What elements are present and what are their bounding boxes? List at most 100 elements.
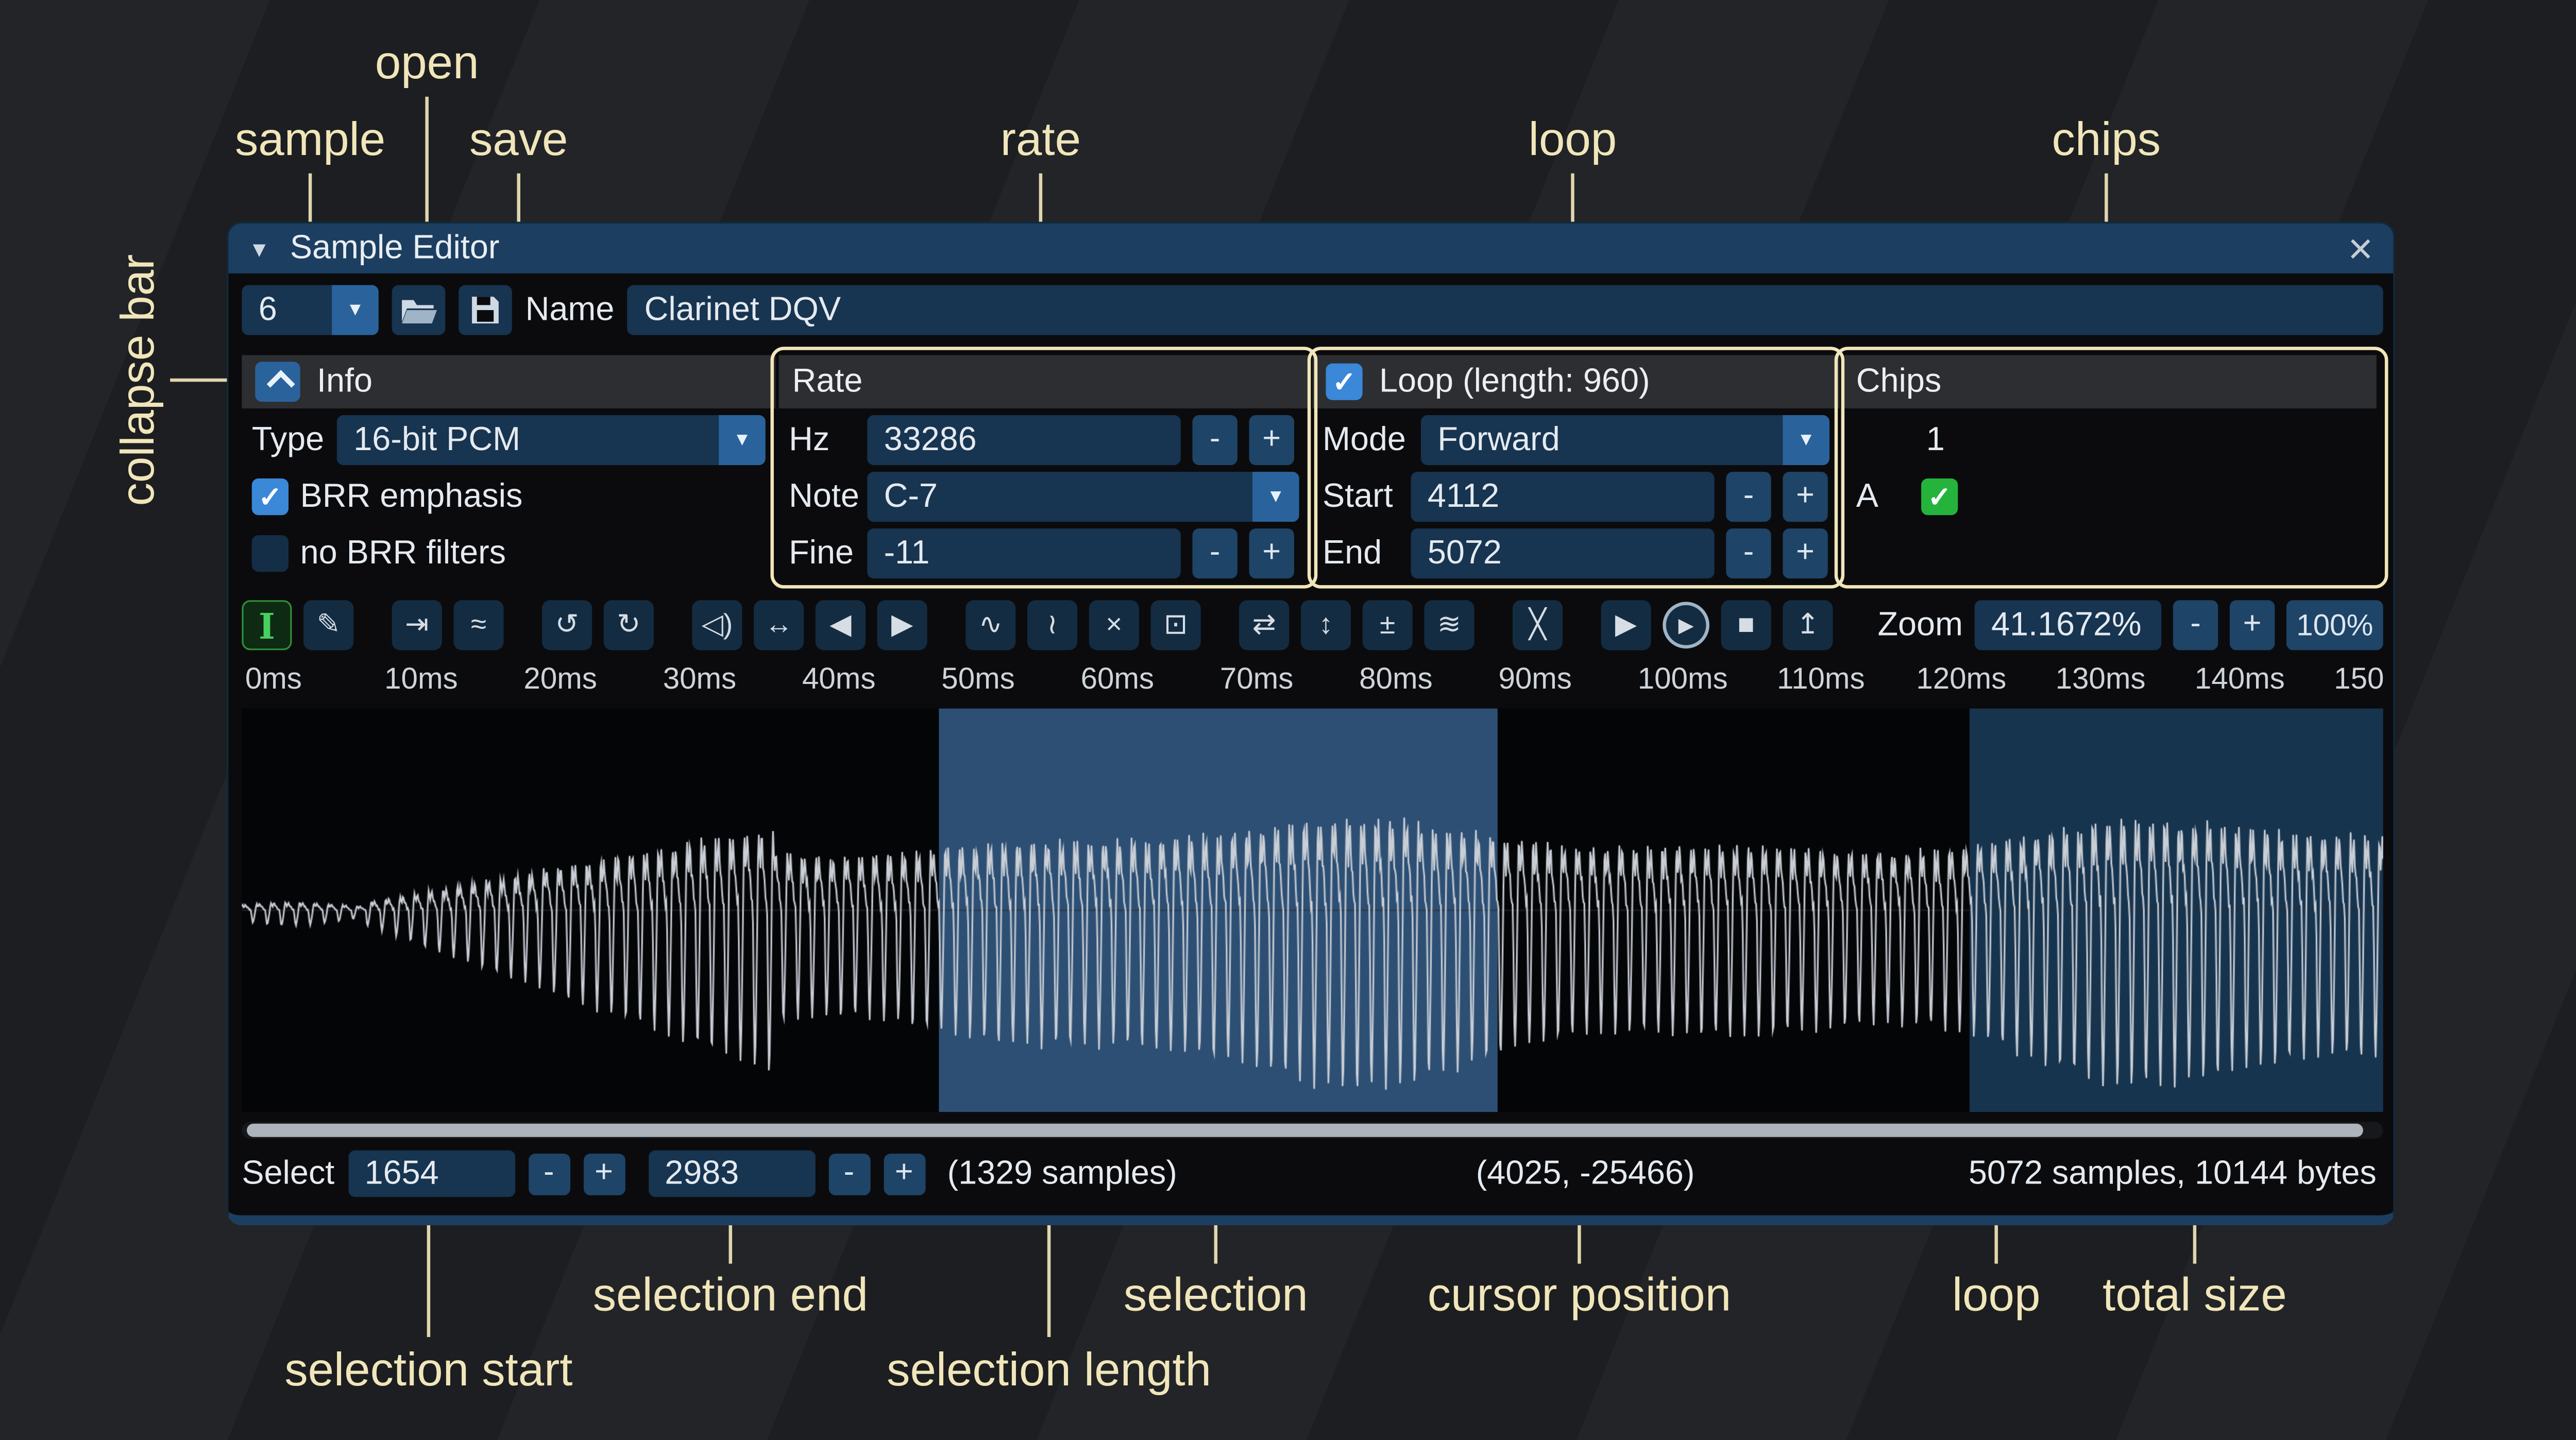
redo-icon[interactable]: ↻: [604, 600, 654, 650]
stop-preview-icon[interactable]: ■: [1721, 600, 1771, 650]
sign-icon[interactable]: ±: [1363, 600, 1413, 650]
timeline-tick: 50ms: [941, 662, 1014, 697]
scrollbar-thumb[interactable]: [247, 1124, 2363, 1137]
delete-icon[interactable]: ×: [1089, 600, 1139, 650]
loop-panel: ✓ Loop (length: 960) Mode Forward ▼ Star…: [1313, 355, 1840, 578]
crossfade-loop-icon[interactable]: ╳: [1513, 600, 1563, 650]
collapse-bar-button[interactable]: [255, 362, 300, 402]
close-icon[interactable]: ×: [2348, 227, 2373, 270]
fine-minus-button[interactable]: -: [1192, 528, 1237, 578]
draw-icon[interactable]: ✎: [303, 600, 353, 650]
chevron-down-icon[interactable]: ▼: [1783, 415, 1829, 465]
timeline-tick: 70ms: [1220, 662, 1293, 697]
hz-plus-button[interactable]: +: [1249, 415, 1294, 465]
apply-silence-icon[interactable]: ≀: [1027, 600, 1077, 650]
open-sample-button[interactable]: [392, 285, 446, 335]
no-brr-filters-label: no BRR filters: [300, 534, 506, 572]
sample-selector[interactable]: 6 ▼: [242, 285, 378, 335]
timeline-tick: 60ms: [1081, 662, 1154, 697]
chevron-down-icon[interactable]: ▼: [1252, 472, 1299, 522]
selection-start-value: 1654: [365, 1155, 439, 1192]
rate-panel: Rate Hz 33286 - + Note C-7 ▼ Fine -11 - …: [779, 355, 1309, 578]
loop-end-minus-button[interactable]: -: [1726, 528, 1771, 578]
timeline-tick: 80ms: [1359, 662, 1432, 697]
window-title: Sample Editor: [290, 229, 500, 267]
preview-icon[interactable]: ▶: [1601, 600, 1651, 650]
fine-label: Fine: [789, 534, 855, 572]
total-size-text: 5072 samples, 10144 bytes: [1969, 1148, 2377, 1198]
timeline-tick: 150: [2334, 662, 2383, 697]
zoom-out-button[interactable]: -: [2173, 600, 2218, 650]
zoom-input[interactable]: 41.1672%: [1975, 600, 2162, 650]
insert-silence-icon[interactable]: ∿: [965, 600, 1015, 650]
timeline-tick: 40ms: [802, 662, 875, 697]
screenshot-root: open sample save rate loop chips collaps…: [0, 0, 2576, 1440]
annotation-rate: rate: [1001, 113, 1081, 167]
chevron-down-icon[interactable]: ▼: [719, 415, 766, 465]
normalize-icon[interactable]: ↔: [754, 600, 804, 650]
selection-start-plus-button[interactable]: +: [583, 1153, 625, 1194]
select-label: Select: [242, 1155, 334, 1193]
name-value: Clarinet DQV: [645, 292, 841, 328]
name-input[interactable]: Clarinet DQV: [628, 285, 2383, 335]
import-icon[interactable]: ↥: [1783, 600, 1833, 650]
edit-select-icon[interactable]: I: [242, 600, 292, 650]
loop-mode-value: Forward: [1421, 415, 1783, 465]
hz-value: 33286: [884, 422, 977, 458]
timeline-tick: 30ms: [663, 662, 736, 697]
waveform-canvas[interactable]: [242, 709, 2383, 1112]
loop-enable-checkbox[interactable]: ✓: [1326, 364, 1362, 400]
type-value: 16-bit PCM: [337, 415, 719, 465]
note-dropdown[interactable]: C-7 ▼: [867, 472, 1299, 522]
preview-selection-icon[interactable]: ▶: [1663, 602, 1709, 649]
selection-end-plus-button[interactable]: +: [883, 1153, 925, 1194]
check-icon: ✓: [258, 483, 282, 511]
amplify-icon[interactable]: ◁): [692, 600, 742, 650]
save-sample-button[interactable]: [459, 285, 512, 335]
window-collapse-icon[interactable]: ▼: [248, 236, 270, 261]
hz-label: Hz: [789, 421, 855, 459]
loop-start-value: 4112: [1428, 478, 1499, 515]
loop-mode-dropdown[interactable]: Forward ▼: [1421, 415, 1829, 465]
fade-in-icon[interactable]: ◀: [816, 600, 866, 650]
invert-icon[interactable]: ↕: [1301, 600, 1351, 650]
loop-start-label: Start: [1323, 477, 1399, 516]
fine-plus-button[interactable]: +: [1249, 528, 1294, 578]
undo-icon[interactable]: ↺: [542, 600, 592, 650]
resample-icon[interactable]: ≈: [453, 600, 503, 650]
fine-input[interactable]: -11: [867, 528, 1181, 578]
selection-start-input[interactable]: 1654: [348, 1151, 515, 1197]
check-icon: ✓: [1928, 483, 1952, 511]
brr-emphasis-checkbox[interactable]: ✓: [252, 478, 289, 515]
annotation-line: [2193, 1222, 2196, 1264]
hz-input[interactable]: 33286: [867, 415, 1181, 465]
note-label: Note: [789, 477, 855, 516]
type-dropdown[interactable]: 16-bit PCM ▼: [337, 415, 766, 465]
selection-end-minus-button[interactable]: -: [828, 1153, 870, 1194]
loop-end-plus-button[interactable]: +: [1783, 528, 1827, 578]
loop-end-input[interactable]: 5072: [1411, 528, 1715, 578]
no-brr-filters-checkbox[interactable]: [252, 535, 289, 572]
loop-start-plus-button[interactable]: +: [1783, 472, 1827, 522]
trim-icon[interactable]: ⊡: [1151, 600, 1201, 650]
chevron-down-icon[interactable]: ▼: [332, 285, 379, 335]
status-bar: Select 1654 - + 2983 - + (1329 samples) …: [242, 1148, 2383, 1198]
filter-icon[interactable]: ≋: [1424, 600, 1474, 650]
zoom-reset-button[interactable]: 100%: [2286, 600, 2383, 650]
titlebar[interactable]: ▼ Sample Editor ×: [228, 224, 2393, 273]
hz-minus-button[interactable]: -: [1192, 415, 1237, 465]
chip-row-label: A: [1853, 477, 1909, 516]
timeline-tick: 130ms: [2056, 662, 2146, 697]
selection-end-input[interactable]: 2983: [648, 1151, 815, 1197]
chips-header: Chips: [1856, 363, 1942, 401]
loop-start-minus-button[interactable]: -: [1726, 472, 1771, 522]
loop-start-input[interactable]: 4112: [1411, 472, 1715, 522]
reverse-icon[interactable]: ⇄: [1239, 600, 1289, 650]
resize-icon[interactable]: ⇥: [392, 600, 442, 650]
waveform-view[interactable]: [242, 709, 2383, 1112]
zoom-in-button[interactable]: +: [2230, 600, 2275, 650]
selection-start-minus-button[interactable]: -: [528, 1153, 570, 1194]
fade-out-icon[interactable]: ▶: [877, 600, 927, 650]
annotation-line: [1047, 1222, 1050, 1337]
chip-enable-checkbox[interactable]: ✓: [1921, 478, 1958, 515]
